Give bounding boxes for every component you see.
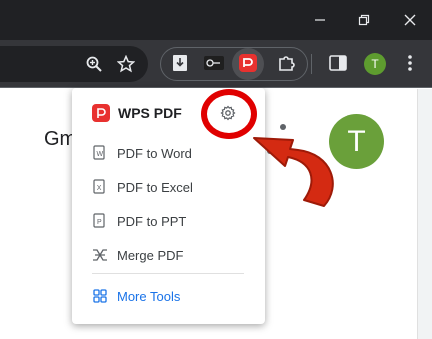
bookmark-star-icon[interactable] [112, 50, 140, 78]
merge-pdf-icon [92, 247, 108, 263]
brand-name: WPS PDF [118, 105, 182, 121]
pdf-to-word-icon: W [92, 145, 108, 161]
wps-pdf-extension-icon[interactable] [236, 51, 260, 75]
svg-text:X: X [97, 185, 102, 192]
profile-avatar[interactable]: T [364, 53, 386, 75]
menu-item-pdf-to-excel[interactable]: X PDF to Excel [92, 175, 193, 199]
more-tools-label: More Tools [117, 288, 181, 304]
menu-item-pdf-to-word[interactable]: W PDF to Word [92, 141, 192, 165]
side-panel-icon[interactable] [326, 51, 350, 75]
menu-item-pdf-to-ppt[interactable]: P PDF to PPT [92, 209, 186, 233]
svg-text:W: W [97, 151, 104, 158]
grid-icon [92, 288, 108, 304]
extension-download-icon[interactable] [168, 51, 192, 75]
zoom-icon[interactable] [80, 50, 108, 78]
minimize-icon[interactable] [300, 4, 340, 36]
kebab-menu-icon[interactable] [398, 51, 422, 75]
pdf-to-excel-icon: X [92, 179, 108, 195]
extension-link-icon[interactable] [202, 51, 226, 75]
svg-text:P: P [97, 219, 102, 226]
toolbar-separator [311, 54, 312, 74]
menu-item-merge-pdf[interactable]: Merge PDF [92, 243, 183, 267]
menu-item-label: PDF to Excel [117, 179, 193, 195]
pdf-to-ppt-icon: P [92, 213, 108, 229]
menu-divider [92, 273, 244, 274]
close-icon[interactable] [390, 4, 430, 36]
menu-item-label: PDF to PPT [117, 213, 187, 229]
menu-item-label: Merge PDF [117, 247, 184, 263]
menu-item-label: PDF to Word [117, 145, 192, 161]
restore-icon[interactable] [344, 4, 384, 36]
more-tools-link[interactable]: More Tools [92, 284, 180, 308]
popup-header: WPS PDF [92, 103, 182, 123]
scrollbar[interactable] [417, 89, 432, 339]
wps-logo-icon [92, 104, 110, 122]
annotation-arrow-icon [253, 137, 334, 207]
puzzle-icon[interactable] [274, 51, 298, 75]
